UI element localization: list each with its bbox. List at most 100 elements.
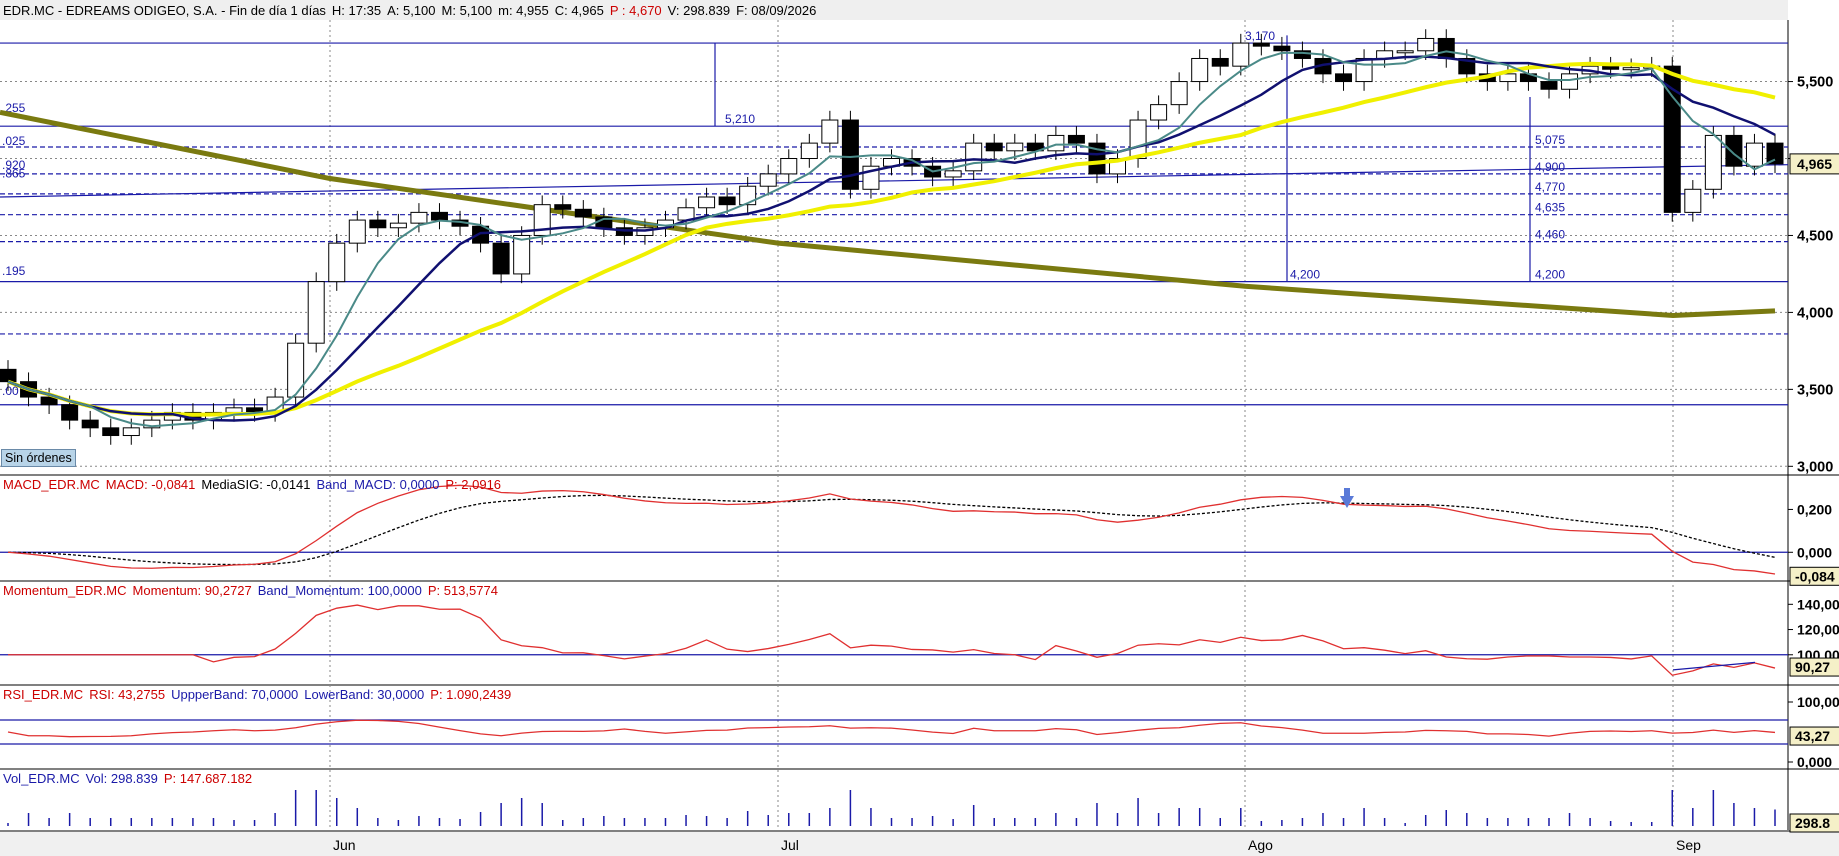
indicator-current-label: 298.8 [1795, 815, 1830, 831]
candle-body [122, 427, 140, 437]
macd-value: MACD: -0,0841 [105, 477, 196, 492]
candle-body [307, 281, 325, 344]
candle-body [1273, 45, 1291, 52]
candle-body [1766, 142, 1784, 165]
candle-body [1704, 134, 1722, 190]
candle-body [965, 142, 983, 172]
candle-body [1437, 37, 1455, 59]
chart-canvas[interactable]: 5,210 5,075 4,900 4,770 4,635 4,460 4,200 3,170… [0, 0, 1839, 856]
indicator-current-label: 90,27 [1795, 659, 1830, 675]
candle-body [369, 219, 387, 229]
candle-body [759, 173, 777, 187]
level-label: 4,200 [1290, 268, 1320, 282]
current-price-label: 4,965 [1797, 156, 1832, 172]
candle-body [780, 158, 798, 175]
candle-body [81, 419, 99, 429]
indicator-tick-label: 120,00 [1797, 622, 1839, 638]
candles [0, 29, 1784, 445]
olive-trend-line [0, 109, 1776, 318]
fast-moving-average [7, 50, 1776, 428]
vol-name: Vol_EDR.MC [3, 771, 80, 786]
level-label: 4,460 [1535, 228, 1565, 242]
price-tick-label: 4,000 [1797, 305, 1833, 321]
indicator-current-label: 43,27 [1795, 728, 1830, 744]
candle-body [1396, 50, 1414, 54]
candle-body [102, 427, 120, 437]
candle-body [1047, 134, 1065, 152]
indicator-tick-label: 0,000 [1797, 754, 1832, 770]
indicator-tick-label: 100,00 [1797, 694, 1839, 710]
candle-body [1745, 142, 1763, 167]
indicator-panels: 0,2000,000-0,084140,00120,00100,0090,271… [0, 484, 1839, 833]
trend-lines [0, 109, 1776, 318]
candle-body [800, 142, 818, 160]
momentum-line [8, 604, 1776, 676]
level-label: 4,770 [1535, 180, 1565, 194]
level-label: 4,200 [1535, 268, 1565, 282]
candle-body [1540, 81, 1558, 90]
candle-body [698, 196, 716, 209]
macd-p: P: 2,0916 [445, 477, 502, 492]
candle-body [1684, 188, 1702, 213]
macd-signal: MediaSIG: -0,0141 [201, 477, 311, 492]
candle-body [821, 119, 839, 144]
candle-body [492, 242, 510, 275]
candle-body [1499, 73, 1517, 83]
candle-body [1211, 57, 1229, 67]
momentum-name: Momentum_EDR.MC [3, 583, 127, 598]
candle-body [1355, 57, 1373, 83]
rsi-p: P: 1.090,2439 [430, 687, 512, 702]
candle-body [0, 368, 17, 383]
candle-body [389, 222, 407, 229]
candle-body [1129, 119, 1147, 160]
candle-body [1170, 81, 1188, 106]
momentum-band: Band_Momentum: 100,0000 [257, 583, 422, 598]
rsi-line [7, 719, 1776, 738]
yellow-moving-average [7, 61, 1776, 417]
candle-body [1191, 57, 1209, 83]
month-label: Sep [1676, 837, 1701, 853]
level-label: 4,900 [1535, 160, 1565, 174]
momentum-header: Momentum_EDR.MC Momentum: 90,2727 Band_Mom… [3, 583, 504, 598]
indicator-tick-label: 0,000 [1797, 544, 1832, 560]
price-tick-label: 3,000 [1797, 459, 1833, 475]
candle-body [1417, 37, 1435, 52]
candle-body [739, 185, 757, 206]
indicator-tick-label: 140,00 [1797, 596, 1839, 612]
macd-band: Band_MACD: 0,0000 [316, 477, 440, 492]
momentum-value: Momentum: 90,2727 [132, 583, 252, 598]
vol-value: Vol: 298.839 [85, 771, 158, 786]
candle-body [1150, 104, 1168, 121]
macd-signal-line [7, 494, 1776, 566]
candle-body [574, 208, 592, 218]
level-label: 3,170 [1245, 29, 1275, 43]
candle-body [513, 234, 531, 275]
left-level-label: .025 [2, 134, 26, 148]
vol-header: Vol_EDR.MC Vol: 298.839 P: 147.687.182 [3, 771, 258, 786]
macd-signal-arrow-stem [1344, 488, 1350, 497]
candle-body [430, 211, 448, 221]
slow-moving-average [7, 55, 1776, 422]
candle-body [1561, 73, 1579, 90]
macd-signal-arrow [1340, 496, 1354, 508]
macd-header: MACD_EDR.MC MACD: -0,0841 MediaSIG: -0,014… [3, 477, 507, 492]
candle-body [348, 219, 366, 244]
time-axis-bg [0, 832, 1839, 856]
price-tick-label: 4,500 [1797, 228, 1833, 244]
rsi-name: RSI_EDR.MC [3, 687, 84, 702]
candle-body [1602, 65, 1620, 70]
trend-channel-line [0, 164, 1789, 198]
month-label: Jun [333, 837, 356, 853]
sin-ordenes-button[interactable]: Sin órdenes [1, 449, 76, 467]
candle-body [1335, 73, 1353, 83]
price-levels: 5,210 5,075 4,900 4,770 4,635 4,460 4,200 3,170… [0, 29, 1789, 406]
candle-body [944, 170, 962, 178]
vol-p: P: 147.687.182 [163, 771, 253, 786]
candle-body [1252, 42, 1270, 47]
candle-body [985, 142, 1003, 152]
left-level-label: .865 [2, 166, 26, 180]
candle-body [328, 242, 346, 283]
candle-body [1232, 42, 1250, 67]
candle-body [61, 404, 79, 421]
level-label: 5,075 [1535, 133, 1565, 147]
